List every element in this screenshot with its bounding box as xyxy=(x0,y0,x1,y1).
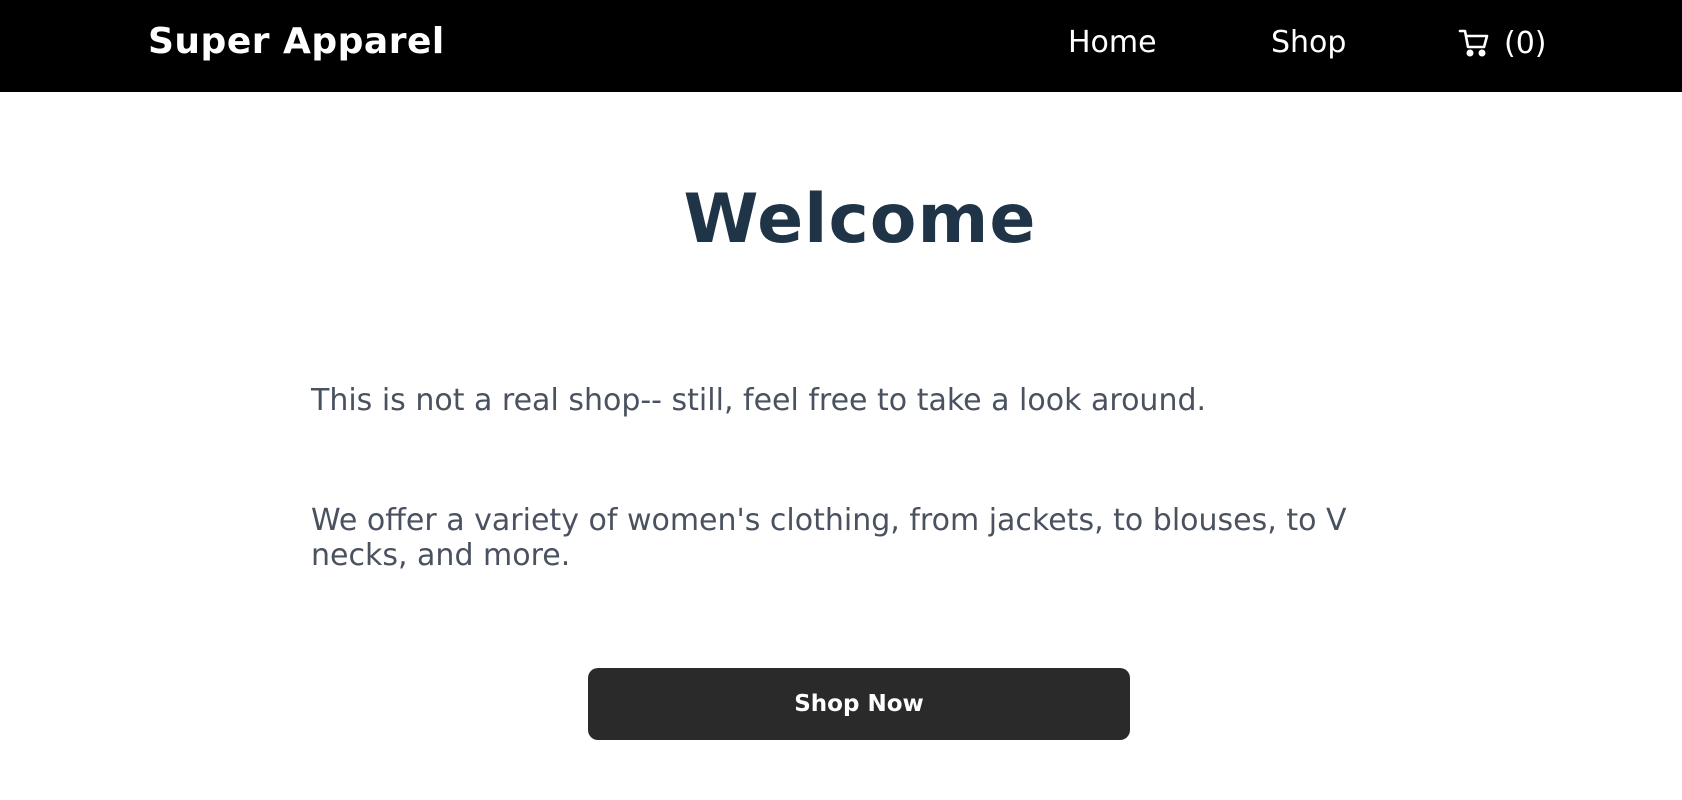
brand-logo[interactable]: Super Apparel xyxy=(148,21,445,62)
nav-cart-link[interactable]: (0) xyxy=(1458,25,1547,61)
shop-now-button[interactable]: Shop Now xyxy=(588,668,1130,740)
cart-count: (0) xyxy=(1504,25,1547,61)
offer-paragraph: We offer a variety of women's clothing, … xyxy=(311,503,1347,573)
intro-paragraph: This is not a real shop-- still, feel fr… xyxy=(311,383,1207,418)
page-title: Welcome xyxy=(683,180,1037,259)
shopping-cart-icon xyxy=(1458,27,1490,59)
nav-home-link[interactable]: Home xyxy=(1068,25,1157,60)
nav-shop-link[interactable]: Shop xyxy=(1271,25,1346,60)
top-navbar: Super Apparel Home Shop (0) xyxy=(0,0,1682,92)
